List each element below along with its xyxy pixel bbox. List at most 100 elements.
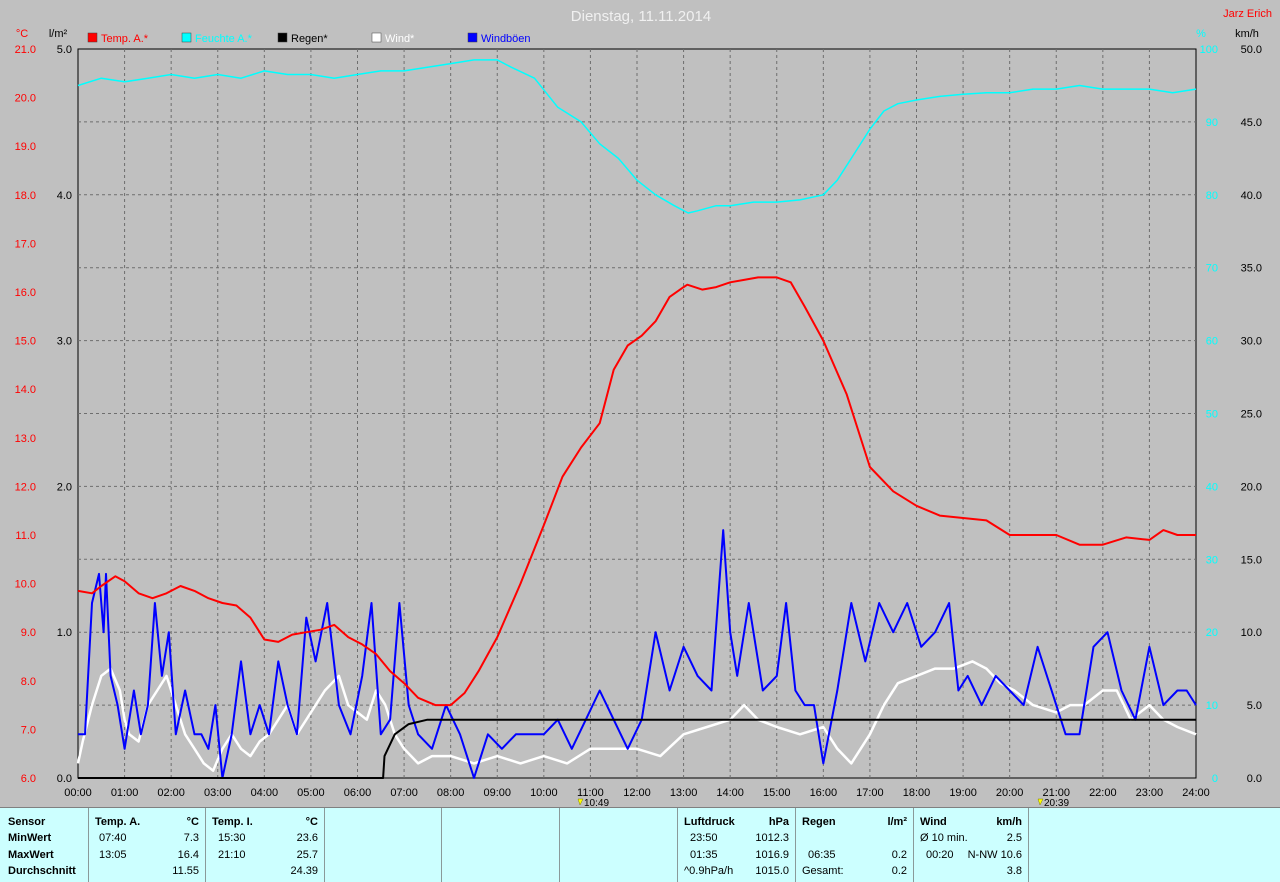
wind-tick-label: 10.0 (1241, 627, 1262, 639)
time-tick-label: 08:00 (437, 787, 465, 799)
stats-sensor-header: Sensor (8, 816, 46, 828)
humidity-tick-label: 40 (1206, 481, 1218, 493)
stats-rain-unit: l/m² (887, 816, 907, 828)
wind-unit-label: km/h (1235, 28, 1259, 40)
legend-swatch (371, 32, 382, 43)
rain-tick-label: 4.0 (57, 190, 72, 202)
stats-temp-a-max-value: 16.4 (177, 849, 199, 861)
stats-col-empty-3 (560, 808, 678, 882)
time-tick-label: 10:00 (530, 787, 558, 799)
temp-tick-label: 10.0 (15, 579, 36, 591)
legend-label: Feuchte A.* (195, 33, 253, 45)
author-label: Jarz Erich (1223, 8, 1272, 20)
wind-tick-label: 35.0 (1241, 263, 1262, 275)
temp-tick-label: 13.0 (15, 433, 36, 445)
wind-tick-label: 40.0 (1241, 190, 1262, 202)
stats-temp-a-header: Temp. A. (95, 816, 141, 828)
temp-tick-label: 11.0 (15, 530, 36, 542)
time-tick-label: 14:00 (716, 787, 744, 799)
time-tick-label: 05:00 (297, 787, 325, 799)
sunset-time: 20:39 (1044, 798, 1069, 807)
stats-temp-i-min-time: 15:30 (218, 832, 246, 844)
humidity-tick-label: 30 (1206, 554, 1218, 566)
temp-tick-label: 7.0 (21, 724, 36, 736)
stats-col-empty-1 (325, 808, 442, 882)
rain-tick-label: 3.0 (57, 336, 72, 348)
rain-unit-label: l/m² (49, 28, 68, 40)
temp-tick-label: 9.0 (21, 627, 36, 639)
legend-swatch (87, 32, 98, 43)
stats-col-wind: Wind km/h Ø 10 min. 2.5 00:20 N-NW 10.6 … (914, 808, 1029, 882)
stats-pressure-min-value: 1012.3 (755, 832, 789, 844)
stats-avg-label: Durchschnitt (8, 865, 76, 877)
rain-tick-label: 0.0 (57, 773, 72, 785)
time-tick-label: 15:00 (763, 787, 791, 799)
wind-tick-label: 20.0 (1241, 481, 1262, 493)
stats-col-sensor: Sensor MinWert MaxWert Durchschnitt (0, 808, 89, 882)
temp-tick-label: 17.0 (15, 238, 36, 250)
time-tick-label: 22:00 (1089, 787, 1117, 799)
time-tick-label: 06:00 (344, 787, 372, 799)
stats-wind-avg-value: 3.8 (1006, 865, 1022, 877)
wind-tick-label: 5.0 (1247, 700, 1262, 712)
temp-tick-label: 15.0 (15, 336, 36, 348)
stats-temp-a-avg-value: 11.55 (172, 865, 199, 877)
temp-tick-label: 14.0 (15, 384, 36, 396)
sunrise-icon (577, 798, 584, 806)
humidity-tick-label: 0 (1212, 773, 1218, 785)
humidity-tick-label: 20 (1206, 627, 1218, 639)
stats-pressure-max-time: 01:35 (690, 849, 718, 861)
stats-wind-unit: km/h (996, 816, 1022, 828)
temp-tick-label: 8.0 (21, 676, 36, 688)
legend-label: Windböen (481, 33, 531, 45)
time-tick-label: 09:00 (483, 787, 511, 799)
time-tick-label: 18:00 (903, 787, 931, 799)
stats-wind-header: Wind (920, 816, 947, 828)
stats-temp-i-unit: °C (305, 816, 318, 828)
time-tick-label: 07:00 (390, 787, 418, 799)
temp-tick-label: 21.0 (15, 44, 36, 56)
wind-tick-label: 30.0 (1241, 336, 1262, 348)
time-tick-label: 03:00 (204, 787, 232, 799)
stats-wind-max-value: N-NW 10.6 (967, 849, 1022, 861)
temp-tick-label: 16.0 (15, 287, 36, 299)
stats-rain-max-value: 0.2 (891, 849, 907, 861)
sunrise-marker: 10:49 (577, 798, 609, 807)
temp-tick-label: 20.0 (15, 93, 36, 105)
humidity-tick-label: 100 (1200, 44, 1218, 56)
stats-col-empty-2 (442, 808, 560, 882)
wind-tick-label: 25.0 (1241, 409, 1262, 421)
humidity-tick-label: 50 (1206, 409, 1218, 421)
stats-pressure-header: Luftdruck (684, 816, 735, 828)
time-tick-label: 17:00 (856, 787, 884, 799)
time-tick-label: 00:00 (64, 787, 92, 799)
stats-temp-a-min-value: 7.3 (183, 832, 199, 844)
legend-label: Wind* (385, 33, 415, 45)
stats-min-label: MinWert (8, 832, 52, 844)
stats-col-temp-indoor: Temp. I. °C 15:30 23.6 21:10 25.7 24.39 (206, 808, 325, 882)
legend-swatch (181, 32, 192, 43)
wind-tick-label: 0.0 (1247, 773, 1262, 785)
time-tick-label: 04:00 (251, 787, 279, 799)
stats-pressure-avg-value: 1015.0 (755, 865, 789, 877)
stats-col-temp-outdoor: Temp. A. °C 07:40 7.3 13:05 16.4 11.55 (89, 808, 206, 882)
stats-rain-total-label: Gesamt: (802, 865, 844, 877)
humidity-tick-label: 70 (1206, 263, 1218, 275)
statistics-panel: Sensor MinWert MaxWert Durchschnitt Temp… (0, 807, 1280, 882)
stats-rain-total-value: 0.2 (891, 865, 907, 877)
time-tick-label: 13:00 (670, 787, 698, 799)
time-tick-label: 16:00 (810, 787, 838, 799)
stats-wind-max-time: 00:20 (926, 849, 954, 861)
stats-col-pressure: Luftdruck hPa 23:50 1012.3 01:35 1016.9 … (678, 808, 796, 882)
chart-grid (77, 48, 1197, 779)
humidity-tick-label: 90 (1206, 117, 1218, 129)
stats-temp-i-avg-value: 24.39 (290, 865, 318, 877)
stats-wind-avg10-value: 2.5 (1006, 832, 1022, 844)
stats-rain-header: Regen (802, 816, 836, 828)
chart-title: Dienstag, 11.11.2014 (571, 8, 711, 25)
sunset-icon (1037, 798, 1044, 806)
stats-temp-i-max-time: 21:10 (218, 849, 246, 861)
temp-tick-label: 6.0 (21, 773, 36, 785)
legend-label: Regen* (291, 33, 328, 45)
humidity-tick-label: 10 (1206, 700, 1218, 712)
